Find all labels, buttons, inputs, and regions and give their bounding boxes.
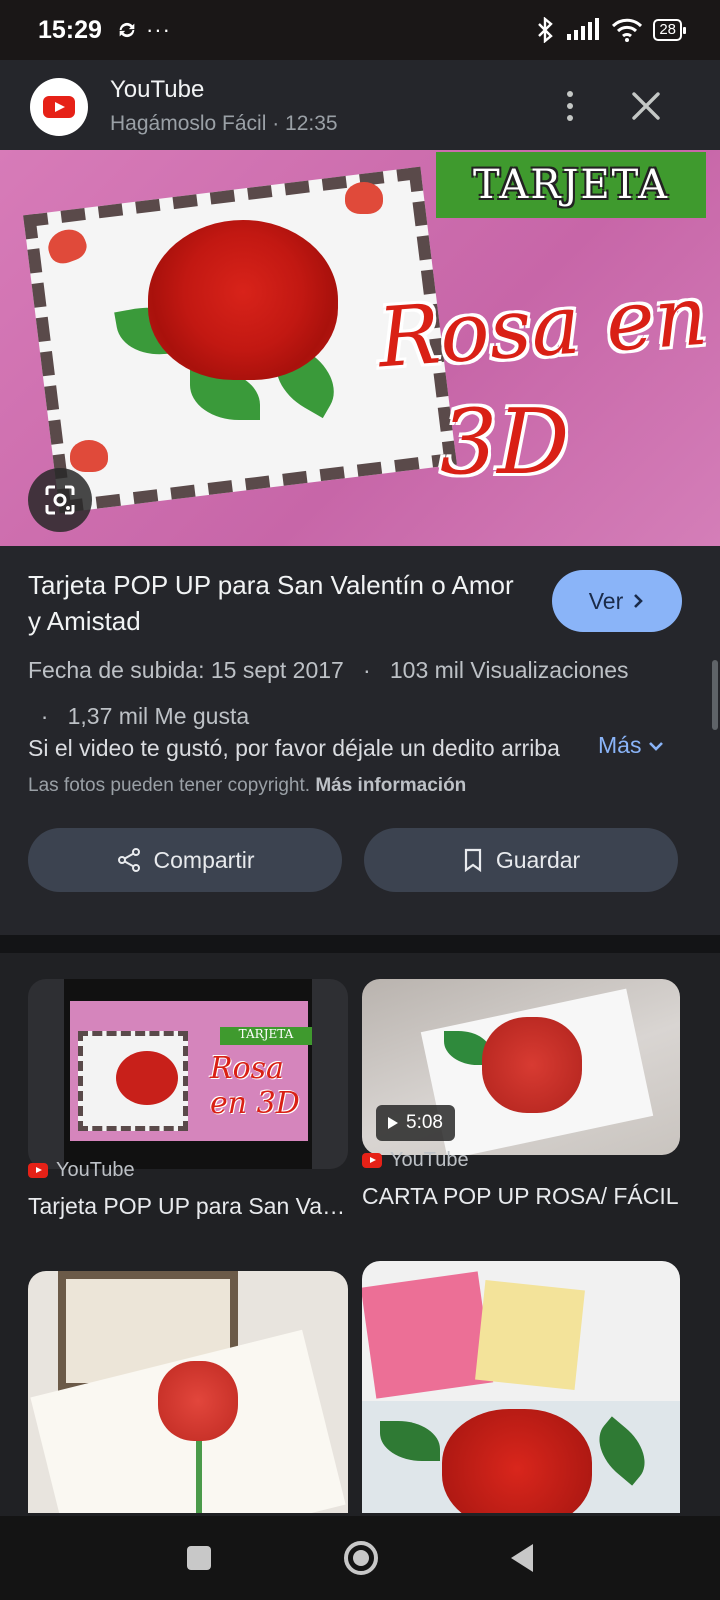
copyright-notice: Las fotos pueden tener copyright. Más in…	[28, 775, 466, 797]
save-label: Guardar	[495, 846, 581, 873]
bluetooth-icon	[538, 17, 554, 43]
related-thumbnail[interactable]: TARJETA Rosa en 3D	[28, 979, 348, 1169]
video-meta: Fecha de subida: 15 sept 2017 · 103 mil …	[28, 647, 688, 739]
duration-badge: 5:08	[376, 1105, 455, 1141]
hero-image[interactable]: TARJETA Rosa en 3D	[0, 150, 720, 546]
related-source-name: YouTube	[390, 1149, 469, 1171]
related-source: YouTube	[362, 1149, 469, 1172]
rose-shape	[116, 1051, 178, 1105]
status-icons: 28	[535, 17, 686, 43]
heart-shape	[70, 440, 108, 472]
sync-icon	[119, 22, 135, 38]
youtube-logo-icon	[362, 1153, 382, 1168]
card-shape	[475, 1280, 585, 1390]
hero-tag: TARJETA	[436, 152, 706, 218]
hero-title-line2: 3D	[440, 390, 570, 495]
battery-icon: 28	[653, 19, 686, 41]
rose-shape	[148, 220, 338, 380]
heart-shape	[345, 182, 383, 214]
share-icon	[117, 848, 140, 872]
thumbnail-frame: TARJETA Rosa en 3D	[64, 979, 312, 1169]
status-time: 15:29	[38, 15, 102, 44]
play-icon	[388, 1117, 398, 1129]
hero-tag-text: TARJETA	[472, 162, 670, 208]
share-button[interactable]: Compartir	[28, 828, 342, 892]
lens-icon	[45, 485, 75, 515]
youtube-logo-icon	[28, 1163, 48, 1178]
system-nav-bar	[0, 1516, 720, 1600]
view-count: 103 mil Visualizaciones	[389, 657, 629, 683]
like-count: 1,37 mil Me gusta	[67, 703, 250, 729]
more-label: Más	[598, 732, 642, 758]
scrollbar-thumb[interactable]	[712, 660, 718, 730]
rose-shape	[158, 1361, 238, 1441]
thumbnail-title: Rosa en 3D	[210, 1051, 300, 1121]
card-shape	[362, 1271, 494, 1399]
more-options-button[interactable]	[552, 84, 588, 128]
related-thumbnail[interactable]: 5:08	[362, 979, 680, 1155]
recents-button[interactable]	[186, 1546, 211, 1570]
lens-search-button[interactable]	[28, 468, 92, 532]
related-title[interactable]: Tarjeta POP UP para San Valentín o Amor …	[28, 1193, 348, 1220]
source-meta: Hagámoslo Fácil · 12:35	[110, 112, 338, 135]
source-name[interactable]: YouTube	[110, 76, 204, 104]
status-bar: 15:29 ··· 28	[0, 0, 720, 60]
chevron-right-icon	[634, 594, 644, 608]
video-title: Tarjeta POP UP para San Valentín o Amor …	[28, 570, 514, 636]
duration-text: 5:08	[406, 1112, 443, 1133]
rose-shape	[482, 1017, 582, 1113]
dot-icon	[567, 115, 573, 121]
ver-label: Ver	[588, 587, 624, 614]
meta-separator: ·	[28, 703, 62, 729]
meta-separator: ·	[350, 657, 384, 683]
chevron-down-icon	[649, 741, 664, 751]
youtube-avatar[interactable]	[30, 78, 88, 136]
stem-shape	[196, 1441, 202, 1513]
dot-icon	[567, 91, 573, 97]
share-label: Compartir	[153, 846, 255, 873]
related-thumbnail[interactable]	[362, 1261, 680, 1513]
thumbnail-tag: TARJETA	[220, 1027, 312, 1045]
close-icon[interactable]	[626, 86, 666, 126]
back-button[interactable]	[511, 1544, 534, 1572]
rose-shape	[442, 1409, 592, 1513]
wifi-icon	[612, 18, 643, 42]
ver-button[interactable]: Ver	[552, 570, 682, 632]
more-description-button[interactable]: Más	[598, 732, 665, 759]
copyright-text: Las fotos pueden tener copyright.	[28, 775, 311, 796]
save-button[interactable]: Guardar	[364, 828, 678, 892]
thumbnail-background: TARJETA Rosa en 3D	[70, 1001, 312, 1141]
source-row: YouTube Hagámoslo Fácil · 12:35	[0, 60, 720, 150]
copyright-link[interactable]: Más información	[315, 775, 466, 796]
related-results: TARJETA Rosa en 3D YouTube Tarjeta POP U…	[0, 953, 720, 1513]
home-button[interactable]	[343, 1541, 378, 1575]
related-source: YouTube	[28, 1159, 135, 1182]
youtube-logo-icon	[43, 96, 75, 118]
related-thumbnail[interactable]	[28, 1271, 348, 1513]
dot-icon	[567, 103, 573, 109]
section-divider	[0, 935, 720, 953]
related-title[interactable]: CARTA POP UP ROSA/ FÁCIL	[362, 1183, 682, 1210]
status-more-dots: ···	[145, 17, 171, 42]
lens-result-sheet: YouTube Hagámoslo Fácil · 12:35 TARJETA …	[0, 60, 720, 935]
signal-icon	[567, 18, 600, 40]
upload-date: Fecha de subida: 15 sept 2017	[28, 657, 344, 683]
bookmark-icon	[464, 848, 481, 873]
video-description: Si el video te gustó, por favor déjale u…	[28, 735, 560, 761]
related-source-name: YouTube	[56, 1159, 135, 1181]
home-icon	[352, 1550, 369, 1566]
